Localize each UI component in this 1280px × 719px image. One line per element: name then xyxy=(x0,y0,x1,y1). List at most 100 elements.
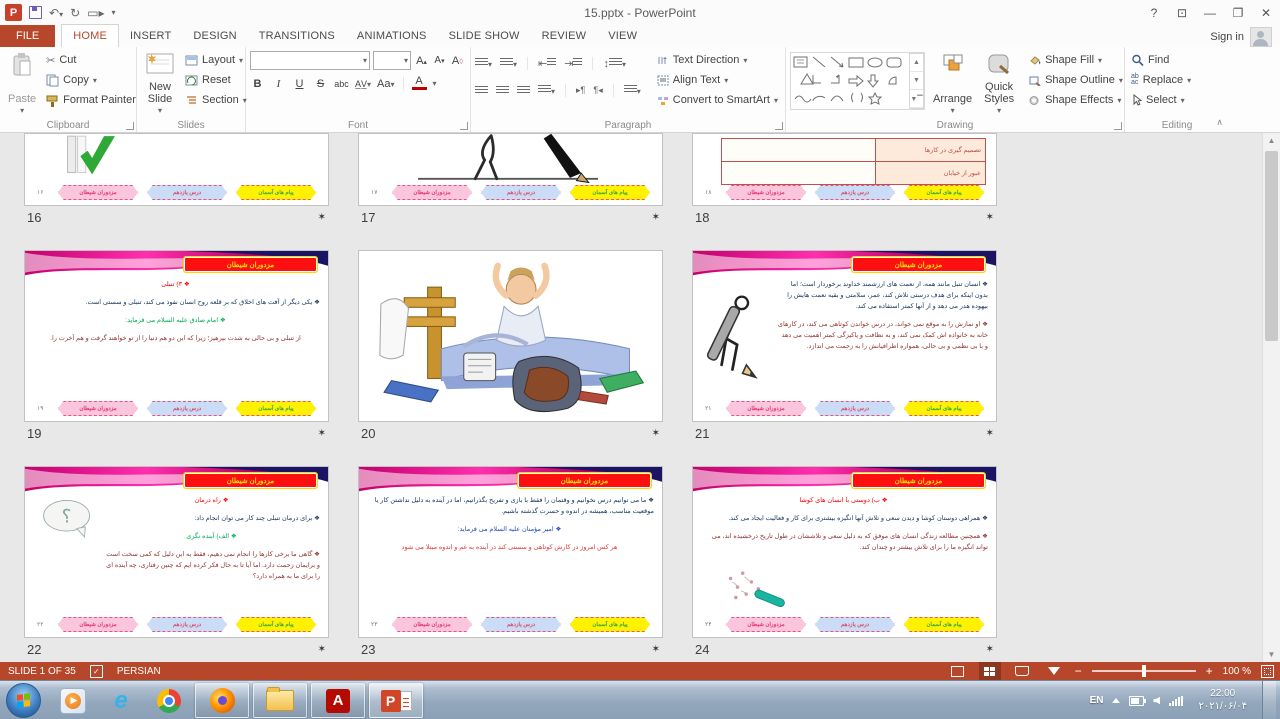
undo-icon[interactable]: ↶▾ xyxy=(49,7,63,19)
shapes-more-icon[interactable]: ▼▔ xyxy=(910,90,923,108)
align-left-button[interactable] xyxy=(475,86,488,95)
layout-button[interactable]: Layout▾ xyxy=(183,50,249,70)
decrease-indent-button[interactable]: ⇤ xyxy=(538,57,556,70)
slide-counter[interactable]: SLIDE 1 OF 35 xyxy=(8,666,76,677)
slide-thumbnail[interactable]: مزدوران شیطان❖ ب) دوستی با انسان های کوش… xyxy=(692,466,997,638)
justify-button[interactable]: ▾ xyxy=(538,85,555,97)
slide-thumbnail[interactable]: مزدوران شیطان❖ راه درمان❖ برای درمان تنب… xyxy=(24,466,329,638)
tab-transitions[interactable]: TRANSITIONS xyxy=(248,25,346,47)
tab-animations[interactable]: ANIMATIONS xyxy=(346,25,438,47)
shapes-gallery-scrollbar[interactable]: ▲▼▼▔ xyxy=(909,53,924,109)
sign-in[interactable]: Sign in xyxy=(1210,27,1280,47)
slide-thumbnail[interactable]: مزدوران شیطاندرس یازدهمپیام های آسمان۱۷ xyxy=(358,133,663,206)
font-color-caret[interactable]: ▾ xyxy=(433,79,437,88)
tab-insert[interactable]: INSERT xyxy=(119,25,182,47)
zoom-out-button[interactable]: − xyxy=(1075,665,1082,677)
increase-indent-button[interactable]: ⇥ xyxy=(564,57,582,70)
reset-button[interactable]: Reset xyxy=(183,70,249,90)
strikethrough-button[interactable]: S xyxy=(313,78,328,90)
start-from-beginning-icon[interactable]: ▭▸ xyxy=(87,7,104,19)
font-size-combo[interactable]: ▾ xyxy=(373,51,411,70)
clock[interactable]: 22:00 ۲۰۲۱/۰۶/۰۴ xyxy=(1192,688,1253,713)
increase-font-size-button[interactable]: A▴ xyxy=(414,55,429,67)
minimize-icon[interactable]: — xyxy=(1196,0,1224,25)
battery-icon[interactable] xyxy=(1129,696,1144,706)
font-color-button[interactable]: A xyxy=(412,77,427,90)
line-spacing-button[interactable]: ↕▾ xyxy=(603,58,626,70)
slide-thumbnail[interactable]: تصمیم گیری در کارهاعبور از خیابانمزدوران… xyxy=(692,133,997,206)
collapse-ribbon-icon[interactable]: ∧ xyxy=(1216,117,1223,128)
slide-thumbnail[interactable]: مزدوران شیطان❖ ۳) تنبلی❖ یکی دیگر از آفت… xyxy=(24,250,329,422)
close-icon[interactable]: ✕ xyxy=(1252,0,1280,25)
network-signal-icon[interactable] xyxy=(1169,696,1183,706)
shapes-gallery[interactable]: ▲▼▼▔ xyxy=(790,52,925,110)
paste-button[interactable]: Paste▾ xyxy=(4,50,40,118)
zoom-slider[interactable] xyxy=(1092,670,1196,672)
replace-button[interactable]: abacReplace▾ xyxy=(1129,70,1193,90)
cut-button[interactable]: ✂Cut xyxy=(44,50,138,70)
tab-slide-show[interactable]: SLIDE SHOW xyxy=(438,25,531,47)
slide-thumbnail[interactable]: مزدوران شیطان❖ ما می توانیم درس نخوانیم … xyxy=(358,466,663,638)
taskbar-app-adobe-reader[interactable]: A xyxy=(311,683,365,718)
format-painter-button[interactable]: Format Painter xyxy=(44,90,138,110)
convert-to-smartart-button[interactable]: Convert to SmartArt▾ xyxy=(655,90,780,110)
shapes-scroll-down-icon[interactable]: ▼ xyxy=(910,72,923,90)
arrange-button[interactable]: Arrange▾ xyxy=(929,50,976,118)
fit-slide-to-window-icon[interactable] xyxy=(1261,665,1274,678)
zoom-slider-thumb[interactable] xyxy=(1142,665,1146,677)
ribbon-display-options-icon[interactable]: ⊡ xyxy=(1168,0,1196,25)
taskbar-app-media-player[interactable]: ▶ xyxy=(51,684,95,717)
drawing-dialog-launcher[interactable] xyxy=(1114,122,1122,130)
shape-effects-button[interactable]: Shape Effects▾ xyxy=(1026,90,1125,110)
slide-thumbnail[interactable]: مزدوران شیطان❖ انسان تنبل مانند همه، از … xyxy=(692,250,997,422)
underline-button[interactable]: U xyxy=(292,78,307,90)
scroll-down-icon[interactable]: ▼ xyxy=(1263,647,1280,662)
slide-thumbnail[interactable] xyxy=(358,250,663,422)
input-language-indicator[interactable]: EN xyxy=(1090,695,1104,706)
shapes-scroll-up-icon[interactable]: ▲ xyxy=(910,54,923,72)
volume-icon[interactable] xyxy=(1153,697,1160,705)
bold-button[interactable]: B xyxy=(250,78,265,90)
zoom-in-button[interactable]: + xyxy=(1206,665,1213,677)
new-slide-button[interactable]: New Slide▾ xyxy=(141,50,179,118)
clear-formatting-button[interactable]: A◊ xyxy=(450,55,465,67)
save-icon[interactable] xyxy=(29,6,42,19)
decrease-font-size-button[interactable]: A▾ xyxy=(432,55,447,66)
shape-outline-button[interactable]: Shape Outline▾ xyxy=(1026,70,1125,90)
font-dialog-launcher[interactable] xyxy=(460,122,468,130)
tab-home[interactable]: HOME xyxy=(61,24,119,47)
text-shadow-button[interactable]: abc xyxy=(334,79,349,89)
show-desktop-button[interactable] xyxy=(1262,681,1276,719)
shape-fill-button[interactable]: Shape Fill▾ xyxy=(1026,50,1125,70)
restore-icon[interactable]: ❐ xyxy=(1224,0,1252,25)
powerpoint-app-icon[interactable]: P xyxy=(5,4,22,21)
language-indicator[interactable]: PERSIAN xyxy=(117,666,161,677)
taskbar-app-file-explorer[interactable] xyxy=(253,683,307,718)
section-button[interactable]: Section▾ xyxy=(183,90,249,110)
scrollbar-thumb[interactable] xyxy=(1265,151,1278,341)
tab-view[interactable]: VIEW xyxy=(597,25,648,47)
start-button[interactable] xyxy=(6,683,41,718)
character-spacing-button[interactable]: A̲V̲▾ xyxy=(355,79,371,89)
scroll-up-icon[interactable]: ▲ xyxy=(1263,133,1280,148)
slide-sorter-view-button[interactable] xyxy=(979,662,1001,680)
rtl-text-button[interactable]: ¶◂ xyxy=(593,85,602,96)
columns-button[interactable]: ▾ xyxy=(624,85,641,97)
taskbar-app-powerpoint[interactable]: P xyxy=(369,683,423,718)
zoom-level[interactable]: 100 % xyxy=(1223,666,1251,677)
font-name-combo[interactable]: ▾ xyxy=(250,51,370,70)
taskbar-app-internet-explorer[interactable]: e xyxy=(99,684,143,717)
italic-button[interactable]: I xyxy=(271,78,286,90)
taskbar-app-chrome[interactable] xyxy=(147,684,191,717)
tab-file[interactable]: FILE xyxy=(0,25,55,47)
reading-view-button[interactable] xyxy=(1011,662,1033,680)
align-right-button[interactable] xyxy=(517,86,530,95)
quick-styles-button[interactable]: Quick Styles▾ xyxy=(980,50,1018,118)
ltr-text-button[interactable]: ▸¶ xyxy=(576,85,585,96)
align-center-button[interactable] xyxy=(496,86,509,95)
copy-button[interactable]: Copy▾ xyxy=(44,70,138,90)
redo-icon[interactable]: ↻ xyxy=(70,7,80,19)
paragraph-dialog-launcher[interactable] xyxy=(775,122,783,130)
show-hidden-icons[interactable] xyxy=(1112,698,1120,703)
text-direction-button[interactable]: Text Direction▾ xyxy=(655,50,780,70)
